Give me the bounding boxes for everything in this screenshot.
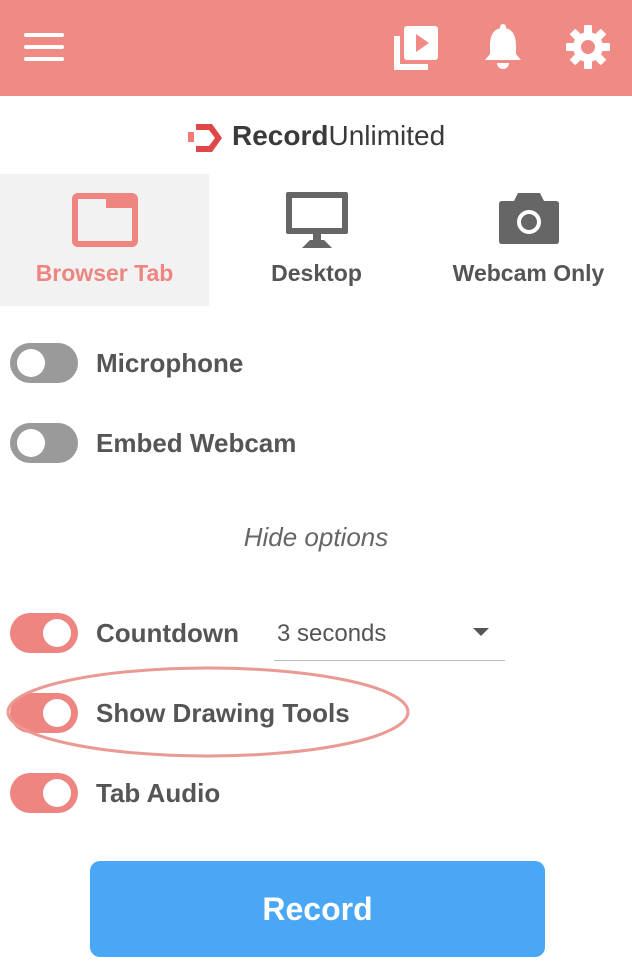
camera-icon	[498, 193, 559, 244]
toggle-knob	[17, 349, 45, 377]
toggle-knob	[17, 429, 45, 457]
hamburger-menu-icon[interactable]	[24, 33, 64, 61]
mode-tab-label: Webcam Only	[452, 260, 605, 286]
mode-tab-label: Desktop	[271, 260, 362, 286]
microphone-toggle[interactable]	[10, 343, 78, 383]
toggle-knob	[43, 619, 71, 647]
mode-tab-webcam-only[interactable]: Webcam Only	[424, 174, 632, 306]
mode-tab-desktop[interactable]: Desktop	[212, 174, 421, 306]
record-button[interactable]: Record	[90, 861, 545, 957]
mode-tab-label: Browser Tab	[35, 260, 174, 286]
tab-audio-toggle[interactable]	[10, 773, 78, 813]
desktop-monitor-icon	[285, 192, 348, 248]
logo-text-bold: Record	[232, 120, 329, 151]
countdown-toggle[interactable]	[10, 613, 78, 653]
toggle-knob	[43, 779, 71, 807]
highlight-ellipse	[6, 666, 410, 758]
notification-bell-icon[interactable]	[482, 22, 524, 70]
countdown-select[interactable]: 3 seconds	[274, 612, 505, 661]
app-logo: RecordUnlimited	[188, 118, 458, 158]
top-bar	[0, 0, 632, 96]
chevron-down-icon	[473, 628, 489, 636]
countdown-select-value: 3 seconds	[277, 620, 387, 647]
embed-webcam-toggle[interactable]	[10, 423, 78, 463]
settings-gear-icon[interactable]	[565, 24, 611, 70]
logo-mark-icon	[188, 124, 222, 152]
countdown-label: Countdown	[96, 618, 239, 648]
microphone-label: Microphone	[96, 348, 244, 378]
embed-webcam-label: Embed Webcam	[96, 428, 297, 458]
mode-tab-browser-tab[interactable]: Browser Tab	[0, 174, 209, 306]
tab-audio-label: Tab Audio	[96, 778, 221, 808]
browser-tab-icon	[71, 193, 138, 247]
video-library-icon[interactable]	[392, 24, 440, 72]
hide-options-link[interactable]: Hide options	[0, 522, 632, 553]
logo-text-light: Unlimited	[328, 120, 446, 151]
